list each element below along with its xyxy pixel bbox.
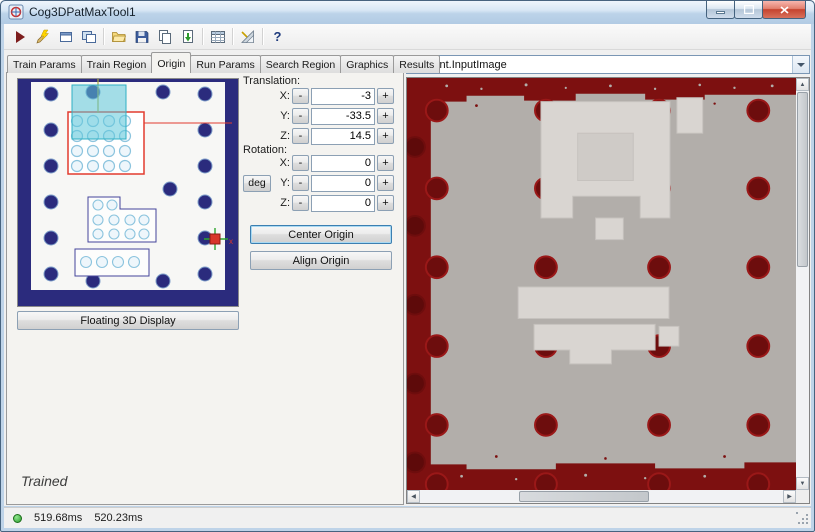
minimize-icon [716, 11, 725, 14]
image-display-icon[interactable] [77, 26, 100, 47]
result-time-value: 520.23ms [94, 512, 143, 524]
paste-icon[interactable] [176, 26, 199, 47]
toolbar: ? [4, 24, 811, 50]
floating-3d-display-button[interactable]: Floating 3D Display [17, 311, 239, 330]
translation-x-input[interactable] [311, 87, 375, 105]
scroll-up-icon[interactable]: ▲ [796, 78, 809, 91]
translation-y-increment-button[interactable]: + [377, 108, 394, 124]
image-display-panel: Current.InputImage ▲ ▼ ◀ ▶ [405, 52, 811, 505]
minimize-button[interactable] [706, 1, 735, 19]
translation-x-increment-button[interactable]: + [377, 88, 394, 104]
app-icon [8, 4, 24, 20]
floating-display-icon[interactable] [54, 26, 77, 47]
scroll-right-icon[interactable]: ▶ [783, 490, 796, 503]
rotation-x-input[interactable] [311, 154, 375, 172]
run-icon[interactable] [8, 26, 31, 47]
rotation-y-decrement-button[interactable]: - [292, 175, 309, 191]
train-pattern-graphic: x [18, 79, 238, 306]
translation-z-decrement-button[interactable]: - [292, 128, 309, 144]
rotation-x-row: X: - + [243, 154, 394, 172]
translation-z-row: Z: - + [243, 127, 394, 145]
tab-run-params[interactable]: Run Params [190, 55, 261, 73]
chevron-down-icon[interactable] [792, 56, 809, 73]
resize-grip[interactable] [796, 512, 810, 526]
vertical-scroll-thumb[interactable] [797, 92, 808, 267]
app-window: Cog3DPatMaxTool1 ? Train Params Train Re… [0, 0, 815, 532]
toolbar-separator [232, 28, 233, 45]
scrollbar-corner [796, 490, 809, 503]
tab-train-params[interactable]: Train Params [7, 55, 82, 73]
scroll-left-icon[interactable]: ◀ [407, 490, 420, 503]
input-image-display: ▲ ▼ ◀ ▶ [406, 77, 810, 504]
status-ok-icon [13, 513, 22, 523]
toolbar-separator [262, 28, 263, 45]
translation-x-row: X: - + [243, 87, 394, 105]
maximize-button[interactable] [734, 1, 763, 19]
copy-icon[interactable] [153, 26, 176, 47]
status-bar: 519.68ms 520.23ms [4, 507, 811, 528]
horizontal-scrollbar[interactable]: ◀ ▶ [407, 490, 796, 503]
translation-x-decrement-button[interactable]: - [292, 88, 309, 104]
client-area: Train Params Train Region Origin Run Par… [4, 50, 811, 506]
scroll-down-icon[interactable]: ▼ [796, 477, 809, 490]
train-status-label: Trained [21, 473, 68, 489]
rotation-z-input[interactable] [311, 194, 375, 212]
center-origin-button[interactable]: Center Origin [250, 225, 392, 244]
translation-z-input[interactable] [311, 127, 375, 145]
align-origin-button[interactable]: Align Origin [250, 251, 392, 270]
tab-results[interactable]: Results [393, 55, 441, 73]
tab-origin[interactable]: Origin [151, 52, 192, 73]
rotation-y-increment-button[interactable]: + [377, 175, 394, 191]
rotation-z-row: Z: - + [243, 194, 394, 212]
train-pattern-3d-view[interactable]: x [17, 78, 239, 307]
calibration-icon[interactable] [236, 26, 259, 47]
degrees-unit-button[interactable]: deg [243, 174, 271, 192]
rotation-z-decrement-button[interactable]: - [292, 195, 309, 211]
tab-graphics[interactable]: Graphics [340, 55, 395, 73]
lower-brick-shape [74, 248, 150, 277]
rotation-y-input[interactable] [311, 174, 375, 192]
teal-overlay-box [71, 84, 127, 140]
translation-y-row: Y: - + [243, 107, 394, 125]
tool-edit-panel: Train Params Train Region Origin Run Par… [6, 52, 441, 506]
vertical-scrollbar[interactable]: ▲ ▼ [796, 78, 809, 490]
toolbar-separator [103, 28, 104, 45]
svg-text:x: x [229, 237, 233, 246]
window-title: Cog3DPatMaxTool1 [29, 5, 136, 19]
translation-y-input[interactable] [311, 107, 375, 125]
translation-z-axis-label: Z: [280, 130, 290, 142]
titlebar[interactable]: Cog3DPatMaxTool1 [1, 1, 814, 24]
open-icon[interactable] [107, 26, 130, 47]
tab-train-region[interactable]: Train Region [80, 55, 153, 73]
help-icon[interactable]: ? [266, 26, 289, 47]
results-grid-icon[interactable] [206, 26, 229, 47]
horizontal-scroll-thumb[interactable] [519, 491, 649, 502]
translation-x-axis-label: X: [279, 90, 290, 102]
rotation-x-axis-label: X: [279, 157, 290, 169]
toolbar-separator [202, 28, 203, 45]
run-time-value: 519.68ms [34, 512, 83, 524]
input-image-canvas[interactable] [407, 78, 796, 490]
window-controls [706, 1, 806, 19]
tab-search-region[interactable]: Search Region [259, 55, 342, 73]
translation-y-decrement-button[interactable]: - [292, 108, 309, 124]
close-button[interactable] [762, 1, 806, 19]
electric-edit-icon[interactable] [31, 26, 54, 47]
rotation-z-axis-label: Z: [280, 197, 290, 209]
input-image-graphic [407, 78, 796, 490]
translation-label: Translation: [243, 75, 301, 87]
image-selector-combobox[interactable]: Current.InputImage [406, 55, 810, 74]
rotation-z-increment-button[interactable]: + [377, 195, 394, 211]
rotation-x-decrement-button[interactable]: - [292, 155, 309, 171]
rotation-y-axis-label: Y: [280, 177, 290, 189]
rotation-y-row: deg Y: - + [243, 174, 394, 192]
rotation-x-increment-button[interactable]: + [377, 155, 394, 171]
translation-y-axis-label: Y: [280, 110, 290, 122]
save-icon[interactable] [130, 26, 153, 47]
tab-strip: Train Params Train Region Origin Run Par… [7, 52, 441, 73]
maximize-icon [743, 5, 754, 14]
translation-z-increment-button[interactable]: + [377, 128, 394, 144]
origin-tab-page: x Floating 3D Display Translation: X: - … [6, 72, 404, 505]
close-icon [779, 5, 789, 14]
